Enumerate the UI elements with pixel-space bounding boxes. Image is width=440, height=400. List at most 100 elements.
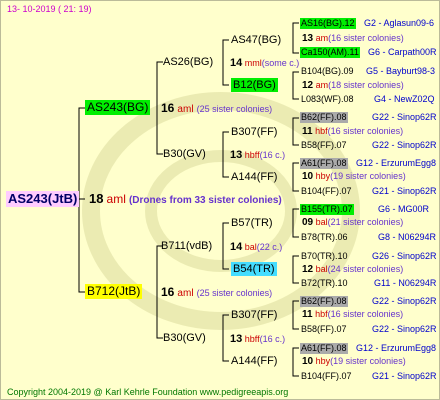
g2-note-3: (16 c.) <box>259 334 286 344</box>
g3-note-7: (19 sister colonies) <box>330 356 406 366</box>
father-num: 16 <box>161 285 175 299</box>
mother-num: 16 <box>161 101 175 115</box>
g4-info-15: G21 - Sinop62R <box>372 371 437 381</box>
father-node[interactable]: B712(JtB) <box>85 284 143 299</box>
g3-num-3: 10 <box>302 171 314 182</box>
g4-node-7[interactable]: B104(FF).07 <box>300 186 353 197</box>
root-node[interactable]: AS243(JtB) <box>6 191 80 207</box>
g4-info-4: G22 - Sinop62R <box>372 112 437 122</box>
g2-num-1: 13 <box>230 149 243 161</box>
g3-num-1: 12 <box>302 80 314 91</box>
g3-unit-2: hbf <box>315 126 328 136</box>
mother-note: (25 sister colonies) <box>196 104 273 114</box>
g4-info-12: G22 - Sinop62R <box>372 296 437 306</box>
g3-num-2: 11 <box>302 126 313 137</box>
g3-note-4: (21 sister colonies) <box>327 217 404 227</box>
g2-node-1[interactable]: B30(GV) <box>163 147 206 161</box>
g2-unit-2: bal <box>244 242 257 252</box>
g3-node-0[interactable]: AS47(BG) <box>231 33 281 47</box>
g3-unit-7: hby <box>315 356 331 366</box>
g4-node-3[interactable]: L083(WF).08 <box>300 94 355 105</box>
g2-stats-3: 13 hbff(16 c.) <box>229 334 286 345</box>
g3-num-0: 13 <box>302 33 314 44</box>
g4-info-10: G26 - Sinop62R <box>372 251 437 261</box>
g4-info-8: G6 - MG00R <box>378 204 430 214</box>
g4-node-11[interactable]: B72(TR).10 <box>300 278 349 289</box>
g3-num-6: 11 <box>302 309 313 320</box>
g4-node-6[interactable]: A61(FF).08 <box>300 158 348 169</box>
father-stats: 16 aml (25 sister colonies) <box>161 285 272 301</box>
g3-node-1[interactable]: B12(BG) <box>231 78 278 92</box>
g3-note-6: (16 sister colonies) <box>327 309 404 319</box>
g3-note-3: (19 sister colonies) <box>330 171 406 181</box>
g4-node-1[interactable]: Ca150(AM).11 <box>300 47 360 58</box>
g2-node-0[interactable]: AS26(BG) <box>163 55 213 69</box>
g2-note-0: (some c.) <box>261 58 300 68</box>
g4-node-14[interactable]: A61(FF).08 <box>300 343 348 354</box>
g3-stats-0: 13 am(16 sister colonies) <box>301 33 405 44</box>
copyright-footer: Copyright 2004-2019 @ Karl Kehrle Founda… <box>7 387 289 397</box>
date-stamp: 13- 10-2019 ( 21: 19) <box>7 4 92 14</box>
g3-node-2[interactable]: B307(FF) <box>231 125 277 139</box>
root-unit: aml <box>106 192 126 206</box>
g3-node-7[interactable]: A144(FF) <box>231 354 277 368</box>
g4-node-13[interactable]: B58(FF).07 <box>300 324 348 335</box>
g3-stats-5: 12 bal(24 sister colonies) <box>301 264 404 275</box>
g2-num-0: 14 <box>230 57 243 69</box>
g4-node-9[interactable]: B78(TR).06 <box>300 232 349 243</box>
g3-unit-1: am <box>315 80 329 90</box>
g2-num-2: 14 <box>230 241 243 253</box>
father-note: (25 sister colonies) <box>196 288 273 298</box>
g3-num-4: 09 <box>302 217 314 228</box>
g3-num-7: 10 <box>302 356 314 367</box>
g3-note-0: (16 sister colonies) <box>328 33 404 43</box>
g3-node-4[interactable]: B57(TR) <box>231 216 273 230</box>
g4-info-13: G22 - Sinop62R <box>372 324 437 334</box>
g4-info-5: G22 - Sinop62R <box>372 140 437 150</box>
g2-unit-3: hbff <box>244 334 260 344</box>
g4-node-15[interactable]: B104(FF).07 <box>300 371 353 382</box>
g4-node-8[interactable]: B155(TR).07 <box>300 204 354 215</box>
mother-unit: aml <box>177 104 194 115</box>
g2-stats-0: 14 mml(some c.) <box>229 58 300 69</box>
g4-info-11: G11 - N06294R <box>374 278 437 288</box>
g2-note-2: (22 c.) <box>256 242 283 252</box>
g3-note-2: (16 sister colonies) <box>327 126 404 136</box>
g2-unit-1: hbff <box>244 150 260 160</box>
root-note: (Drones from 33 sister colonies) <box>128 195 282 206</box>
g4-node-0[interactable]: AS16(BG).12 <box>300 18 356 29</box>
g3-node-6[interactable]: B307(FF) <box>231 308 277 322</box>
g4-info-9: G8 - N06294R <box>378 232 437 242</box>
g3-unit-5: bal <box>315 264 328 274</box>
g3-stats-3: 10 hby(19 sister colonies) <box>301 171 407 182</box>
g3-unit-6: hbf <box>315 309 328 319</box>
g2-node-3[interactable]: B30(GV) <box>163 331 206 345</box>
g4-info-0: G2 - Aglasun09-6 <box>364 18 435 28</box>
g3-note-1: (18 sister colonies) <box>328 80 404 90</box>
g3-stats-1: 12 am(18 sister colonies) <box>301 80 405 91</box>
g2-num-3: 13 <box>230 333 243 345</box>
g4-info-1: G6 - Carpath00R <box>368 47 437 57</box>
g3-stats-7: 10 hby(19 sister colonies) <box>301 356 407 367</box>
g3-node-3[interactable]: A144(FF) <box>231 170 277 184</box>
root-num: 18 <box>89 191 104 206</box>
g3-note-5: (24 sister colonies) <box>327 264 404 274</box>
g4-node-2[interactable]: B104(BG).09 <box>300 66 355 77</box>
g3-num-5: 12 <box>302 264 314 275</box>
g4-info-7: G21 - Sinop62R <box>372 186 437 196</box>
g4-node-12[interactable]: B62(FF).08 <box>300 296 348 307</box>
g3-stats-6: 11 hbf(16 sister colonies) <box>301 309 404 320</box>
g3-unit-3: hby <box>315 171 331 181</box>
g4-node-5[interactable]: B58(FF).07 <box>300 140 348 151</box>
g2-stats-2: 14 bal(22 c.) <box>229 242 283 253</box>
g4-info-3: G4 - NewZ02Q <box>374 94 435 104</box>
mother-stats: 16 aml (25 sister colonies) <box>161 101 272 117</box>
g4-node-4[interactable]: B62(FF).08 <box>300 112 348 123</box>
g2-note-1: (16 c.) <box>259 150 286 160</box>
father-unit: aml <box>177 288 194 299</box>
mother-node[interactable]: AS243(BG) <box>85 100 151 115</box>
g3-node-5[interactable]: B54(TR) <box>231 262 277 276</box>
g4-info-2: G5 - Bayburt98-3 <box>366 66 436 76</box>
g2-node-2[interactable]: B711(vdB) <box>161 239 212 253</box>
g4-node-10[interactable]: B70(TR).10 <box>300 251 349 262</box>
